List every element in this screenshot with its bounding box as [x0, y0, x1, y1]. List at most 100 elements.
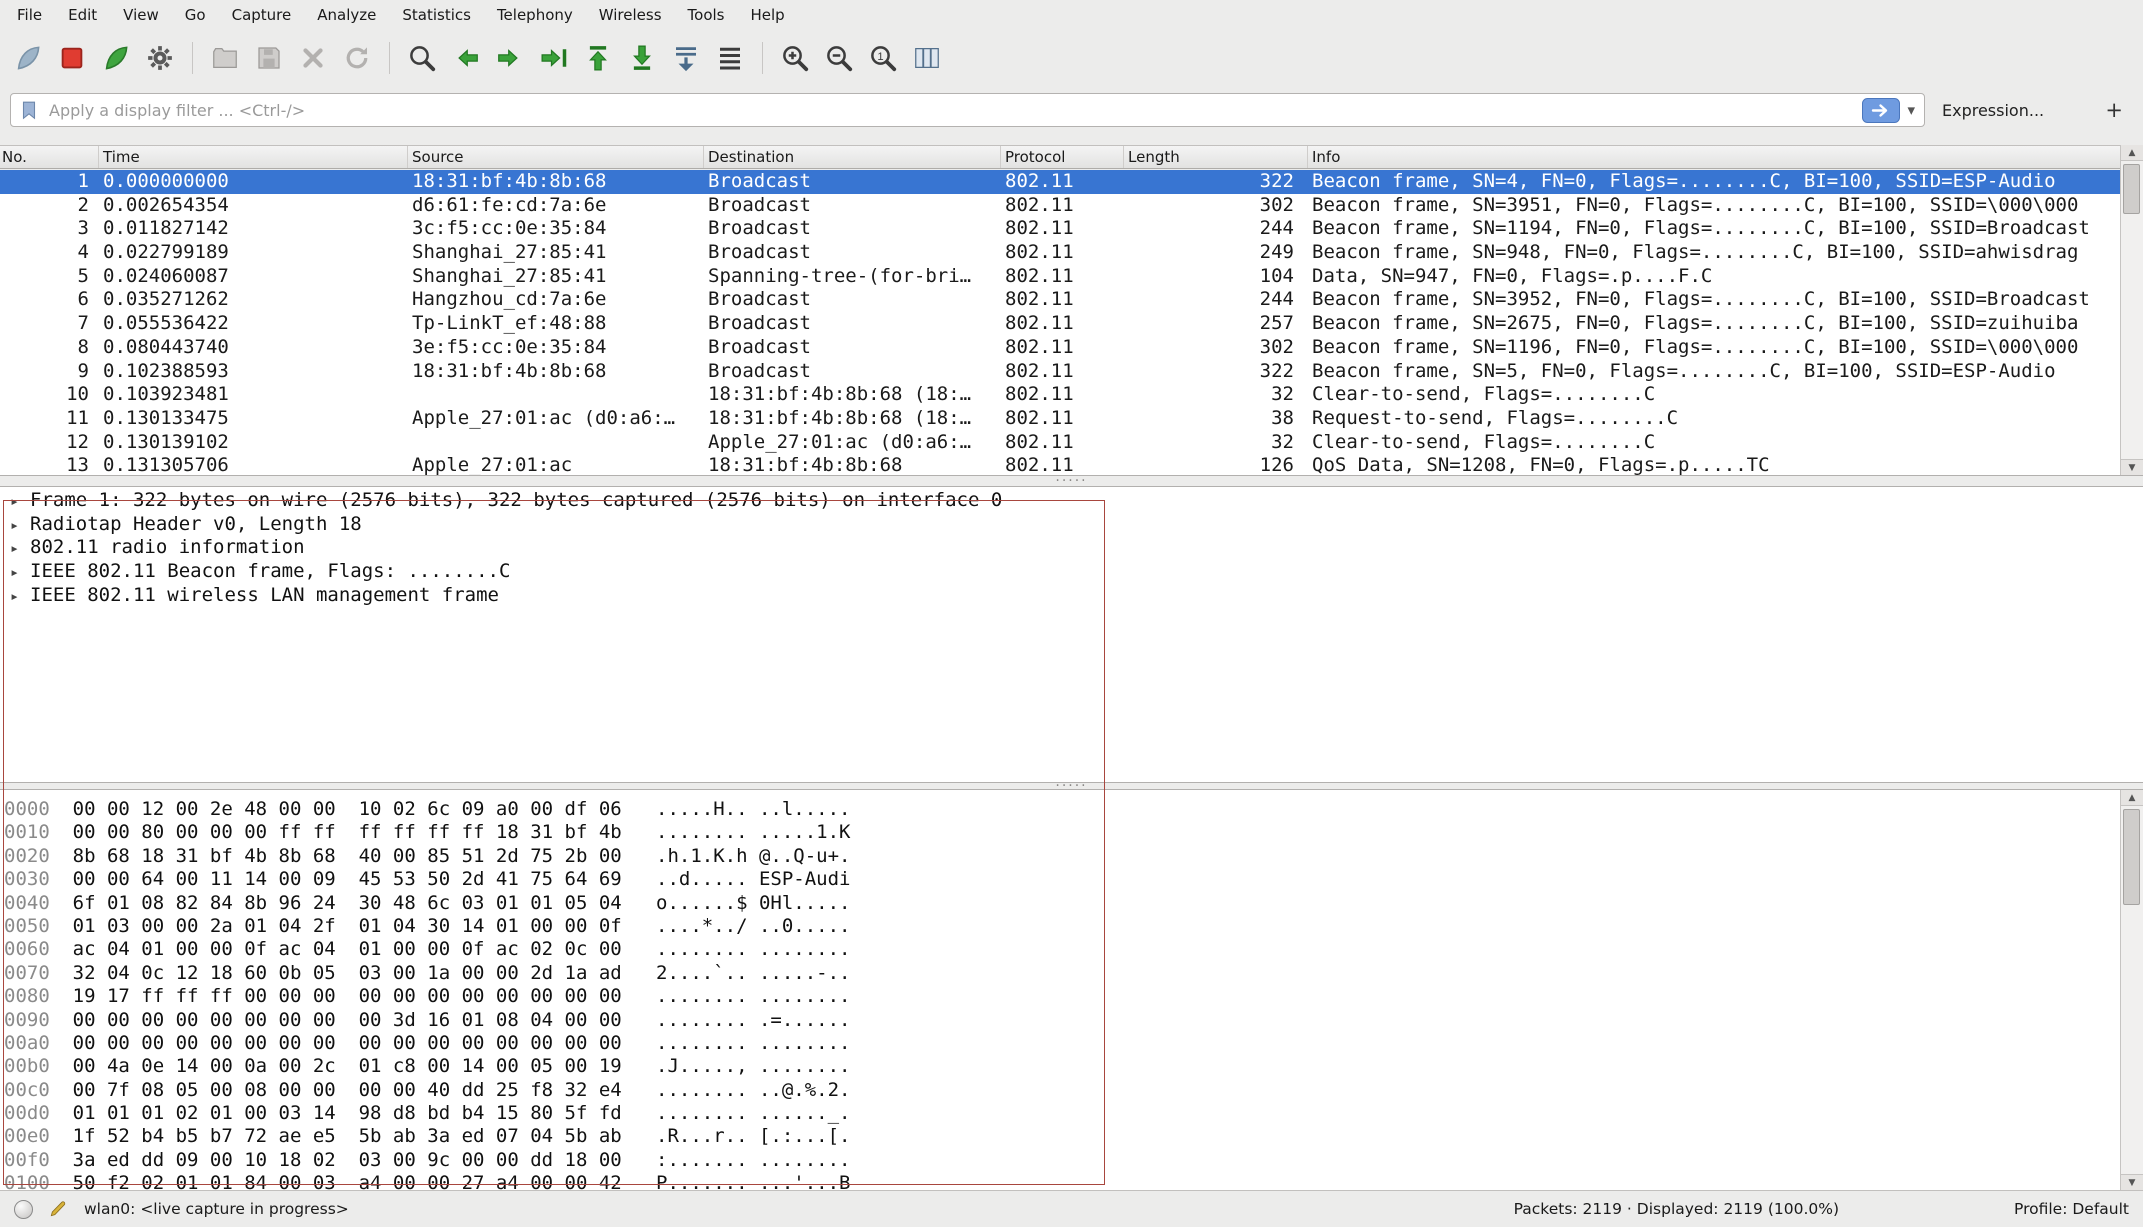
expander-icon[interactable]: ▸	[10, 490, 30, 514]
packet-row-13[interactable]: 130.131305706Apple_27:01:ac18:31:bf:4b:8…	[0, 454, 2120, 475]
hex-row-00a0[interactable]: 00a0 00 00 00 00 00 00 00 00 00 00 00 00…	[4, 1032, 2120, 1055]
column-header-no[interactable]: No.	[0, 146, 99, 168]
zoom-out-button[interactable]	[818, 36, 860, 80]
packet-row-5[interactable]: 50.024060087Shanghai_27:85:41Spanning-tr…	[0, 265, 2120, 289]
packet-row-11[interactable]: 110.130133475Apple_27:01:ac (d0:a6:…18:3…	[0, 407, 2120, 431]
packet-row-8[interactable]: 80.0804437403e:f5:cc:0e:35:84Broadcast80…	[0, 336, 2120, 360]
colorize-packets-button[interactable]	[709, 36, 751, 80]
expression-button[interactable]: Expression...	[1942, 101, 2044, 120]
packet-row-3[interactable]: 30.0118271423c:f5:cc:0e:35:84Broadcast80…	[0, 217, 2120, 241]
column-header-protocol[interactable]: Protocol	[1001, 146, 1124, 168]
scroll-down-icon[interactable]: ▼	[2121, 459, 2143, 475]
scroll-down-icon[interactable]: ▼	[2121, 1174, 2143, 1190]
go-to-packet-button[interactable]	[533, 36, 575, 80]
packet-bytes-scroll-thumb[interactable]	[2123, 809, 2140, 905]
zoom-in-button[interactable]	[774, 36, 816, 80]
filter-apply-button[interactable]	[1862, 98, 1900, 123]
menu-view[interactable]: View	[110, 0, 172, 30]
menu-tools[interactable]: Tools	[675, 0, 738, 30]
toolbar-separator	[389, 42, 390, 74]
pane-splitter-top[interactable]	[0, 475, 2143, 487]
detail-line[interactable]: ▸802.11 radio information	[0, 536, 2143, 560]
pane-splitter-bottom[interactable]	[0, 782, 2143, 790]
column-header-length[interactable]: Length	[1124, 146, 1308, 168]
go-to-last-packet-button[interactable]	[621, 36, 663, 80]
packet-row-12[interactable]: 120.130139102Apple_27:01:ac (d0:a6:…802.…	[0, 431, 2120, 455]
hex-row-0050[interactable]: 0050 01 03 00 00 2a 01 04 2f 01 04 30 14…	[4, 915, 2120, 938]
expert-info-icon[interactable]	[14, 1200, 33, 1219]
column-header-destination[interactable]: Destination	[704, 146, 1001, 168]
zoom-reset-button[interactable]: 1	[862, 36, 904, 80]
hex-row-0060[interactable]: 0060 ac 04 01 00 00 0f ac 04 01 00 00 0f…	[4, 938, 2120, 961]
hex-row-00d0[interactable]: 00d0 01 01 01 02 01 00 03 14 98 d8 bd b4…	[4, 1102, 2120, 1125]
scroll-up-icon[interactable]: ▲	[2121, 145, 2143, 161]
packet-row-7[interactable]: 70.055536422Tp-LinkT_ef:48:88Broadcast80…	[0, 312, 2120, 336]
packet-row-2[interactable]: 20.002654354d6:61:fe:cd:7a:6eBroadcast80…	[0, 194, 2120, 218]
expander-icon[interactable]: ▸	[10, 537, 30, 561]
capture-options-button[interactable]	[139, 36, 181, 80]
packet-bytes-scrollbar[interactable]: ▲ ▼	[2120, 790, 2143, 1190]
menu-wireless[interactable]: Wireless	[586, 0, 675, 30]
open-capture-file-button[interactable]	[204, 36, 246, 80]
go-forward-button[interactable]	[489, 36, 531, 80]
add-filter-button[interactable]: +	[2105, 100, 2123, 121]
reload-capture-file-button[interactable]	[336, 36, 378, 80]
auto-scroll-button[interactable]	[665, 36, 707, 80]
expander-icon[interactable]: ▸	[10, 585, 30, 609]
display-filter-field[interactable]: ▾	[10, 93, 1925, 127]
menu-file[interactable]: File	[4, 0, 55, 30]
packet-row-10[interactable]: 100.10392348118:31:bf:4b:8b:68 (18:…802.…	[0, 383, 2120, 407]
filter-bookmark-icon[interactable]	[18, 99, 40, 121]
detail-line[interactable]: ▸IEEE 802.11 Beacon frame, Flags: ......…	[0, 560, 2143, 584]
menu-go[interactable]: Go	[172, 0, 219, 30]
profile-button[interactable]: Profile: Default	[2014, 1200, 2129, 1218]
save-capture-file-button[interactable]	[248, 36, 290, 80]
hex-row-0030[interactable]: 0030 00 00 64 00 11 14 00 09 45 53 50 2d…	[4, 868, 2120, 891]
menu-telephony[interactable]: Telephony	[484, 0, 586, 30]
filter-history-dropdown-icon[interactable]: ▾	[1907, 103, 1915, 118]
stop-capture-button[interactable]	[51, 36, 93, 80]
packet-row-4[interactable]: 40.022799189Shanghai_27:85:41Broadcast80…	[0, 241, 2120, 265]
restart-capture-button[interactable]	[95, 36, 137, 80]
go-to-first-packet-button[interactable]	[577, 36, 619, 80]
menu-analyze[interactable]: Analyze	[304, 0, 389, 30]
hex-row-0040[interactable]: 0040 6f 01 08 82 84 8b 96 24 30 48 6c 03…	[4, 892, 2120, 915]
resize-columns-button[interactable]	[906, 36, 948, 80]
menu-help[interactable]: Help	[737, 0, 797, 30]
hex-row-00e0[interactable]: 00e0 1f 52 b4 b5 b7 72 ae e5 5b ab 3a ed…	[4, 1125, 2120, 1148]
hex-row-0000[interactable]: 0000 00 00 12 00 2e 48 00 00 10 02 6c 09…	[4, 798, 2120, 821]
menu-capture[interactable]: Capture	[219, 0, 305, 30]
display-filter-input[interactable]	[40, 100, 1862, 121]
go-back-button[interactable]	[445, 36, 487, 80]
start-capture-button[interactable]	[7, 36, 49, 80]
scroll-up-icon[interactable]: ▲	[2121, 790, 2143, 806]
column-header-info[interactable]: Info	[1308, 146, 2120, 168]
detail-line[interactable]: ▸Radiotap Header v0, Length 18	[0, 513, 2143, 537]
menu-statistics[interactable]: Statistics	[389, 0, 484, 30]
close-capture-file-button[interactable]	[292, 36, 334, 80]
detail-line[interactable]: ▸Frame 1: 322 bytes on wire (2576 bits),…	[0, 489, 2143, 513]
hex-row-0090[interactable]: 0090 00 00 00 00 00 00 00 00 00 3d 16 01…	[4, 1009, 2120, 1032]
packet-list-scroll-thumb[interactable]	[2123, 164, 2140, 214]
packet-row-1[interactable]: 10.00000000018:31:bf:4b:8b:68Broadcast80…	[0, 170, 2120, 194]
auto-scroll-icon	[671, 43, 701, 73]
hex-row-0070[interactable]: 0070 32 04 0c 12 18 60 0b 05 03 00 1a 00…	[4, 962, 2120, 985]
hex-row-0080[interactable]: 0080 19 17 ff ff ff 00 00 00 00 00 00 00…	[4, 985, 2120, 1008]
hex-row-0100[interactable]: 0100 50 f2 02 01 01 84 00 03 a4 00 00 27…	[4, 1172, 2120, 1190]
capture-comment-icon[interactable]	[48, 1199, 68, 1219]
menu-edit[interactable]: Edit	[55, 0, 110, 30]
packet-list-scrollbar[interactable]: ▲ ▼	[2120, 145, 2143, 475]
column-header-source[interactable]: Source	[408, 146, 704, 168]
hex-row-00b0[interactable]: 00b0 00 4a 0e 14 00 0a 00 2c 01 c8 00 14…	[4, 1055, 2120, 1078]
packet-row-6[interactable]: 60.035271262Hangzhou_cd:7a:6eBroadcast80…	[0, 288, 2120, 312]
packet-row-9[interactable]: 90.10238859318:31:bf:4b:8b:68Broadcast80…	[0, 360, 2120, 384]
find-packet-button[interactable]	[401, 36, 443, 80]
column-header-time[interactable]: Time	[99, 146, 408, 168]
hex-row-00c0[interactable]: 00c0 00 7f 08 05 00 08 00 00 00 00 40 dd…	[4, 1079, 2120, 1102]
hex-row-0010[interactable]: 0010 00 00 80 00 00 00 ff ff ff ff ff ff…	[4, 821, 2120, 844]
hex-row-0020[interactable]: 0020 8b 68 18 31 bf 4b 8b 68 40 00 85 51…	[4, 845, 2120, 868]
detail-line[interactable]: ▸IEEE 802.11 wireless LAN management fra…	[0, 584, 2143, 608]
expander-icon[interactable]: ▸	[10, 514, 30, 538]
hex-row-00f0[interactable]: 00f0 3a ed dd 09 00 10 18 02 03 00 9c 00…	[4, 1149, 2120, 1172]
expander-icon[interactable]: ▸	[10, 561, 30, 585]
